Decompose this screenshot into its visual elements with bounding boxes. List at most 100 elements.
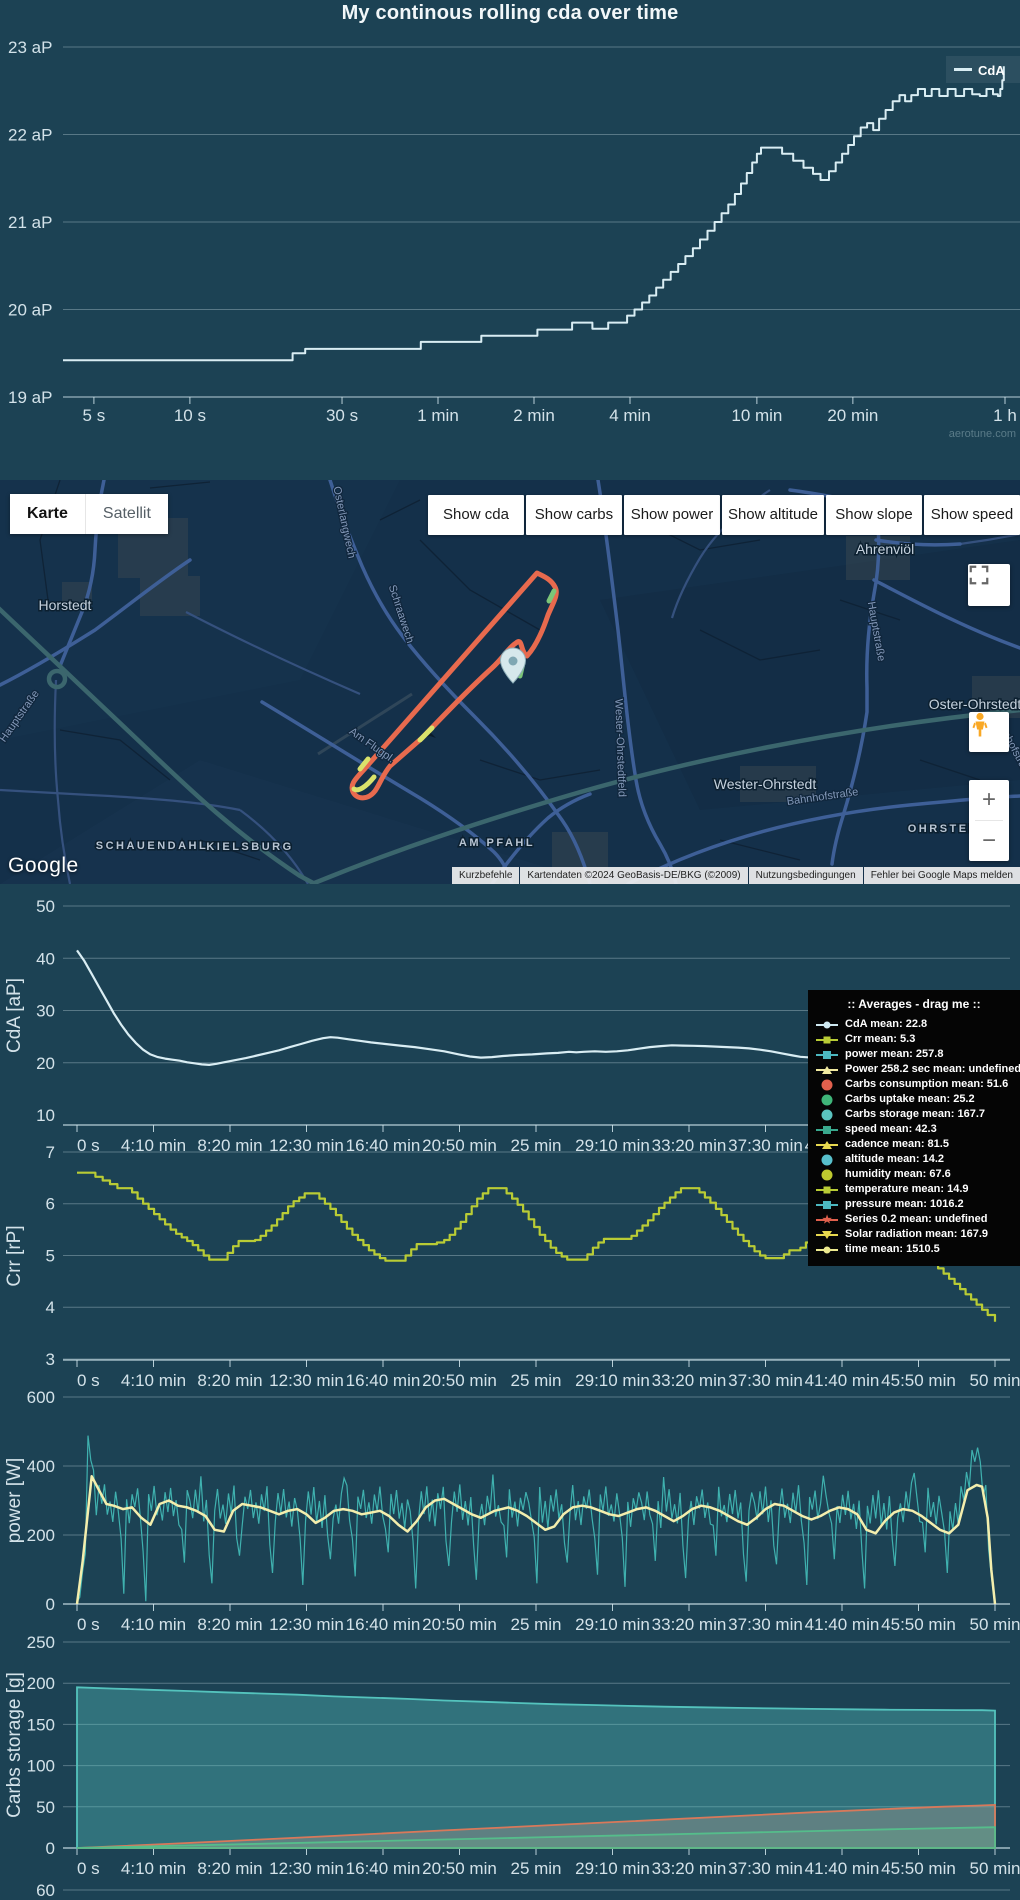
cda-y-tick: 10	[36, 1106, 55, 1125]
legend-marker-icon	[816, 1034, 838, 1046]
crr-x-tick: 12:30 min	[269, 1371, 344, 1390]
averages-legend-items: CdA mean: 22.8Crr mean: 5.3power mean: 2…	[816, 1017, 1012, 1257]
legend-marker-icon	[816, 1244, 838, 1256]
rolling-x-tick: 30 s	[326, 406, 358, 425]
averages-legend-panel[interactable]: :: Averages - drag me :: CdA mean: 22.8C…	[808, 990, 1020, 1266]
legend-item: Carbs consumption mean: 51.6	[816, 1077, 1012, 1092]
aerotune-dashboard: My continous rolling cda over time 19 aP…	[0, 0, 1020, 1900]
crr-x-tick: 20:50 min	[422, 1371, 497, 1390]
crr-x-tick: 0 s	[77, 1371, 100, 1390]
map-town-label: Wester-Ohrstedt	[714, 776, 817, 792]
rolling-y-tick: 21 aP	[8, 213, 52, 232]
cda-y-tick: 50	[36, 897, 55, 916]
legend-item: Solar radiation mean: 167.9	[816, 1227, 1012, 1242]
carbs-x-tick: 45:50 min	[881, 1859, 956, 1878]
map-area-label: SCHAUENDAHL	[96, 840, 208, 852]
carbs-x-tick: 12:30 min	[269, 1859, 344, 1878]
legend-marker-icon: ★	[816, 1214, 838, 1226]
carbs-x-tick: 16:40 min	[346, 1859, 421, 1878]
zoom-out-button[interactable]: −	[969, 821, 1009, 861]
power-x-tick: 29:10 min	[575, 1615, 650, 1634]
map-attribution-item[interactable]: Kurzbefehle	[452, 867, 519, 884]
carbs-x-tick: 29:10 min	[575, 1859, 650, 1878]
show-speed-button[interactable]: Show speed	[924, 495, 1020, 535]
power-x-tick: 33:20 min	[652, 1615, 727, 1634]
cda-y-tick: 40	[36, 949, 55, 968]
rolling-y-tick: 22 aP	[8, 126, 52, 145]
rolling-x-tick: 5 s	[83, 406, 106, 425]
show-cda-button[interactable]: Show cda	[428, 495, 524, 535]
map-type-satellit-button[interactable]: Satellit	[85, 494, 168, 534]
legend-marker-icon	[816, 1139, 838, 1151]
carbs-x-tick: 25 min	[510, 1859, 561, 1878]
map-attribution-item[interactable]: Fehler bei Google Maps melden	[864, 867, 1020, 884]
power-x-tick: 41:40 min	[805, 1615, 880, 1634]
crr-axis-label: Crr [rP]	[4, 1225, 25, 1286]
legend-item-label: Power 258.2 sec mean: undefined	[845, 1062, 1020, 1077]
legend-marker-icon	[816, 1019, 838, 1031]
map-attribution-item[interactable]: Kartendaten ©2024 GeoBasis-DE/BKG (©2009…	[520, 867, 747, 884]
rolling-x-tick: 20 min	[827, 406, 878, 425]
legend-marker-icon	[816, 1169, 838, 1181]
legend-item: cadence mean: 81.5	[816, 1137, 1012, 1152]
legend-item-label: Carbs consumption mean: 51.6	[845, 1077, 1008, 1092]
route-map[interactable]: HorstedtAhrenviölWester-OhrstedtOster-Oh…	[0, 480, 1020, 884]
legend-item-label: time mean: 1510.5	[845, 1242, 940, 1257]
map-type-karte-button[interactable]: Karte	[10, 494, 85, 534]
carbs-y-tick: 150	[27, 1715, 55, 1734]
show-slope-button[interactable]: Show slope	[826, 495, 922, 535]
legend-item: CdA mean: 22.8	[816, 1017, 1012, 1032]
crr-y-tick: 4	[46, 1298, 55, 1317]
legend-marker-icon	[816, 1094, 838, 1106]
overlay-button-row: Show cdaShow carbsShow powerShow altitud…	[428, 495, 1020, 535]
carbs-y-tick: 0	[46, 1839, 55, 1858]
legend-item: time mean: 1510.5	[816, 1242, 1012, 1257]
power-x-tick: 20:50 min	[422, 1615, 497, 1634]
fullscreen-button[interactable]	[968, 564, 1010, 606]
carbs-axis-label: Carbs storage [g]	[4, 1672, 25, 1818]
crr-y-tick: 7	[46, 1143, 55, 1162]
map-town-label: Ahrenviöl	[856, 541, 914, 557]
carbs-x-tick: 8:20 min	[197, 1859, 262, 1878]
legend-item-label: cadence mean: 81.5	[845, 1137, 949, 1152]
show-carbs-button[interactable]: Show carbs	[526, 495, 622, 535]
show-altitude-button[interactable]: Show altitude	[722, 495, 824, 535]
power-y-tick: 0	[46, 1595, 55, 1614]
legend-marker-icon	[816, 1124, 838, 1136]
rolling-x-tick: 1 h	[993, 406, 1017, 425]
legend-item-label: Carbs uptake mean: 25.2	[845, 1092, 975, 1107]
map-type-switcher: KarteSatellit	[10, 494, 168, 534]
legend-item-label: pressure mean: 1016.2	[845, 1197, 964, 1212]
crr-y-tick: 6	[46, 1195, 55, 1214]
rolling-x-tick: 4 min	[609, 406, 651, 425]
map-attribution-item[interactable]: Nutzungsbedingungen	[749, 867, 863, 884]
crr-x-tick: 45:50 min	[881, 1371, 956, 1390]
power-axis-label: power [W]	[4, 1458, 25, 1544]
legend-item: pressure mean: 1016.2	[816, 1197, 1012, 1212]
zoom-in-button[interactable]: +	[969, 780, 1009, 820]
cda-y-tick: 30	[36, 1002, 55, 1021]
legend-item: Crr mean: 5.3	[816, 1032, 1012, 1047]
averages-legend-title: :: Averages - drag me ::	[816, 997, 1012, 1011]
watermark: aerotune.com	[949, 428, 1016, 440]
show-power-button[interactable]: Show power	[624, 495, 720, 535]
map-canvas[interactable]: HorstedtAhrenviölWester-OhrstedtOster-Oh…	[0, 480, 1020, 884]
rolling-x-tick: 10 min	[731, 406, 782, 425]
crr-x-tick: 25 min	[510, 1371, 561, 1390]
carbs-x-tick: 4:10 min	[121, 1859, 186, 1878]
crr-x-tick: 4:10 min	[121, 1371, 186, 1390]
legend-item-label: Crr mean: 5.3	[845, 1032, 915, 1047]
legend-marker-icon	[816, 1109, 838, 1121]
rolling-y-tick: 19 aP	[8, 388, 52, 407]
pegman-button[interactable]	[969, 712, 1009, 752]
legend-item: power mean: 257.8	[816, 1047, 1012, 1062]
charts-layer: 19 aP20 aP21 aP22 aP23 aP5 s10 s30 s1 mi…	[0, 0, 1020, 1900]
rolling-x-tick: 10 s	[174, 406, 206, 425]
crr-y-tick: 5	[46, 1246, 55, 1265]
carbs-x-tick: 41:40 min	[805, 1859, 880, 1878]
power-y-tick: 600	[27, 1388, 55, 1407]
power-x-tick: 0 s	[77, 1615, 100, 1634]
carbs-y-tick: 200	[27, 1674, 55, 1693]
crr-x-tick: 29:10 min	[575, 1371, 650, 1390]
rolling-y-tick: 23 aP	[8, 38, 52, 57]
